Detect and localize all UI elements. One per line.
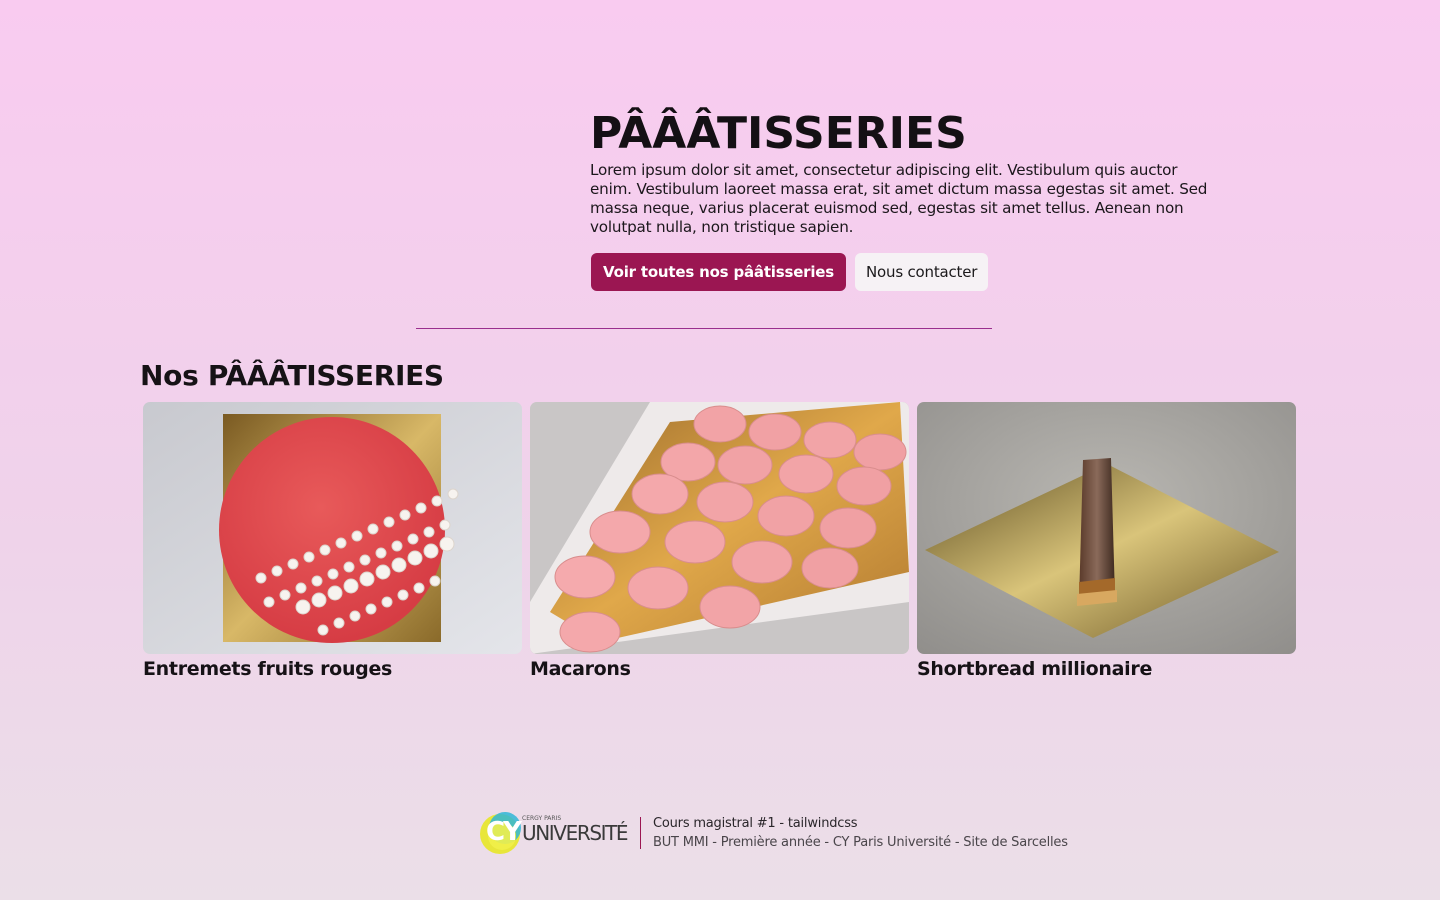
contact-button[interactable]: Nous contacter (855, 253, 989, 291)
footer-course-line: Cours magistral #1 - tailwindcss (653, 816, 858, 831)
pastry-card-label: Shortbread millionaire (917, 658, 1153, 680)
pastry-card-label: Entremets fruits rouges (143, 658, 393, 680)
logo-big-text: UNIVERSITÉ (522, 821, 629, 845)
pink-macarons-illustration (530, 402, 909, 654)
pastry-card-list: Entremets fruits rouges Macarons Shortbr… (143, 402, 1296, 680)
pastry-card[interactable]: Macarons (530, 402, 909, 680)
red-entremets-cake-illustration (143, 402, 522, 654)
footer-program-line: BUT MMI - Première année - CY Paris Univ… (653, 835, 1068, 850)
footer: CY CERGY PARIS UNIVERSITÉ Cours magistra… (478, 806, 1068, 860)
hero-actions: Voir toutes nos pââtisseries Nous contac… (591, 253, 1220, 291)
logo-mark-text: CY (486, 817, 522, 847)
view-all-pastries-button[interactable]: Voir toutes nos pââtisseries (591, 253, 847, 291)
section-divider (416, 328, 992, 329)
pastry-card-label: Macarons (530, 658, 631, 680)
hero-title: PÂÂÂTISSERIES (590, 108, 967, 159)
hero-description: Lorem ipsum dolor sit amet, consectetur … (590, 161, 1208, 236)
pastry-card[interactable]: Shortbread millionaire (917, 402, 1296, 680)
red-entremets-cake-image[interactable] (143, 402, 522, 654)
footer-separator (640, 817, 641, 849)
footer-text: Cours magistral #1 - tailwindcss BUT MMI… (653, 814, 1068, 852)
hero-section: PÂÂÂTISSERIES Lorem ipsum dolor sit amet… (590, 108, 1220, 291)
cy-university-logo: CY CERGY PARIS UNIVERSITÉ (478, 806, 630, 860)
pastry-card[interactable]: Entremets fruits rouges (143, 402, 522, 680)
section-title: Nos PÂÂÂTISSERIES (140, 359, 444, 392)
shortbread-bar-image[interactable] (917, 402, 1296, 654)
shortbread-illustration (917, 402, 1296, 654)
pink-macarons-box-image[interactable] (530, 402, 909, 654)
